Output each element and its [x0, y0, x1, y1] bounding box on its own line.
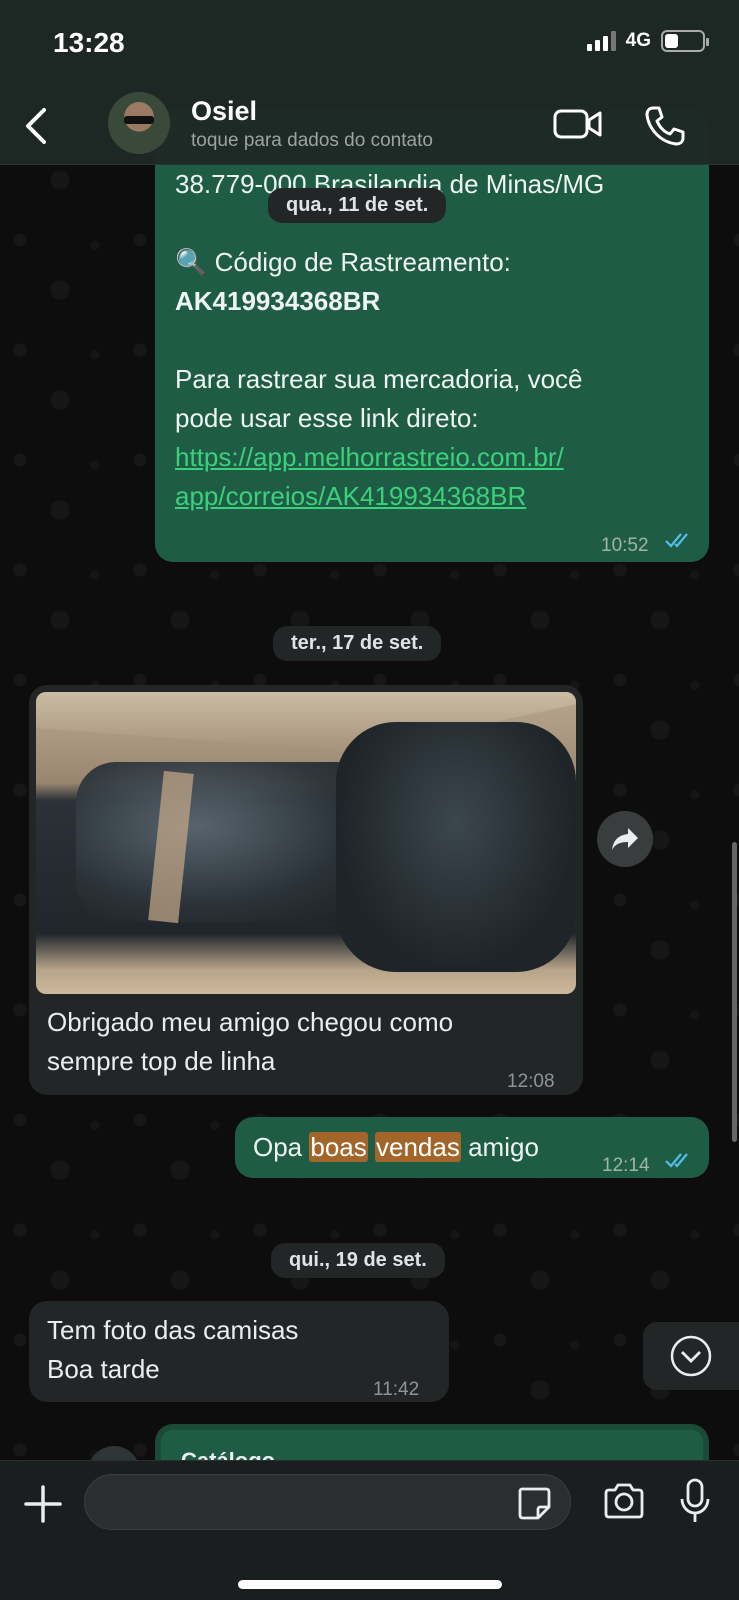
- outgoing-message[interactable]: Opa boas vendas amigo 12:14: [235, 1117, 709, 1178]
- double-check-icon: [665, 524, 693, 563]
- tracking-link[interactable]: https://app.melhorrastreio.com.br/: [175, 438, 564, 477]
- sticker-button[interactable]: [516, 1485, 552, 1521]
- chevron-down-icon: [670, 1335, 712, 1377]
- message-text-line: sempre top de linha: [47, 1046, 276, 1076]
- plus-icon: [24, 1485, 62, 1523]
- message-word: Opa: [253, 1132, 303, 1162]
- message-time: 11:42: [373, 1379, 420, 1400]
- phone-icon: [645, 106, 685, 146]
- voice-message-button[interactable]: [678, 1477, 712, 1525]
- video-camera-icon: [553, 109, 602, 139]
- shared-photo[interactable]: [36, 692, 576, 994]
- date-separator: qui., 19 de set.: [271, 1243, 445, 1278]
- message-input[interactable]: [84, 1474, 571, 1530]
- tracking-label: Código de Rastreamento:: [214, 247, 511, 277]
- attach-button[interactable]: [22, 1483, 64, 1525]
- tracking-label-row: 🔍 Código de Rastreamento:: [175, 243, 511, 282]
- forward-button[interactable]: [597, 811, 653, 867]
- message-text-line: Para rastrear sua mercadoria, você: [175, 364, 583, 394]
- search-highlight: vendas: [375, 1132, 461, 1162]
- tracking-code: AK419934368BR: [175, 286, 381, 316]
- camera-icon: [604, 1483, 644, 1519]
- camera-button[interactable]: [602, 1481, 646, 1521]
- scroll-to-bottom-button[interactable]: [643, 1322, 739, 1390]
- sticker-icon: [518, 1487, 551, 1520]
- message-word: amigo: [468, 1132, 539, 1162]
- message-time: 12:08: [507, 1071, 555, 1092]
- contact-subtitle[interactable]: toque para dados do contato: [191, 130, 433, 152]
- search-highlight: boas: [309, 1132, 368, 1162]
- microphone-icon: [680, 1478, 710, 1522]
- incoming-message[interactable]: Tem foto das camisas Boa tarde 11:42: [29, 1301, 449, 1402]
- home-indicator: [238, 1580, 502, 1589]
- date-separator: ter., 17 de set.: [273, 626, 442, 661]
- status-indicators: 4G: [586, 30, 709, 52]
- outgoing-message-tracking[interactable]: 38.779-000 Brasilandia de Minas/MG 🔍 Cód…: [155, 110, 709, 562]
- photo-package: [76, 762, 376, 922]
- double-check-icon: [665, 1144, 693, 1183]
- video-call-button[interactable]: [553, 104, 603, 144]
- status-time: 13:28: [53, 27, 125, 58]
- message-time: 12:14: [602, 1155, 650, 1176]
- photo-package: [336, 722, 576, 972]
- contact-avatar[interactable]: [108, 92, 170, 154]
- message-text-line: pode usar esse link direto:: [175, 403, 479, 433]
- tracking-link[interactable]: app/correios/AK419934368BR: [175, 477, 526, 516]
- date-separator: qua., 11 de set.: [268, 188, 447, 223]
- cellular-signal-icon: [586, 31, 616, 51]
- message-text-line: Tem foto das camisas: [47, 1315, 299, 1345]
- contact-name[interactable]: Osiel: [191, 96, 257, 127]
- message-text-line: Obrigado meu amigo chegou como: [47, 1007, 454, 1037]
- magnifier-icon: 🔍: [175, 247, 208, 277]
- message-composer: [0, 1460, 739, 1600]
- back-button[interactable]: [20, 104, 56, 148]
- message-time: 10:52: [601, 535, 649, 556]
- message-text: Opa boas vendas amigo: [253, 1128, 539, 1167]
- network-type: 4G: [625, 30, 651, 51]
- chat-scrollbar[interactable]: [732, 842, 737, 1142]
- chat-header: 13:28 4G Osiel toque para dados do conta…: [0, 0, 739, 165]
- message-text-line: Boa tarde: [47, 1354, 160, 1384]
- voice-call-button[interactable]: [643, 104, 687, 148]
- chevron-left-icon: [26, 108, 46, 144]
- battery-icon: [661, 30, 709, 52]
- forward-arrow-icon: [612, 828, 638, 850]
